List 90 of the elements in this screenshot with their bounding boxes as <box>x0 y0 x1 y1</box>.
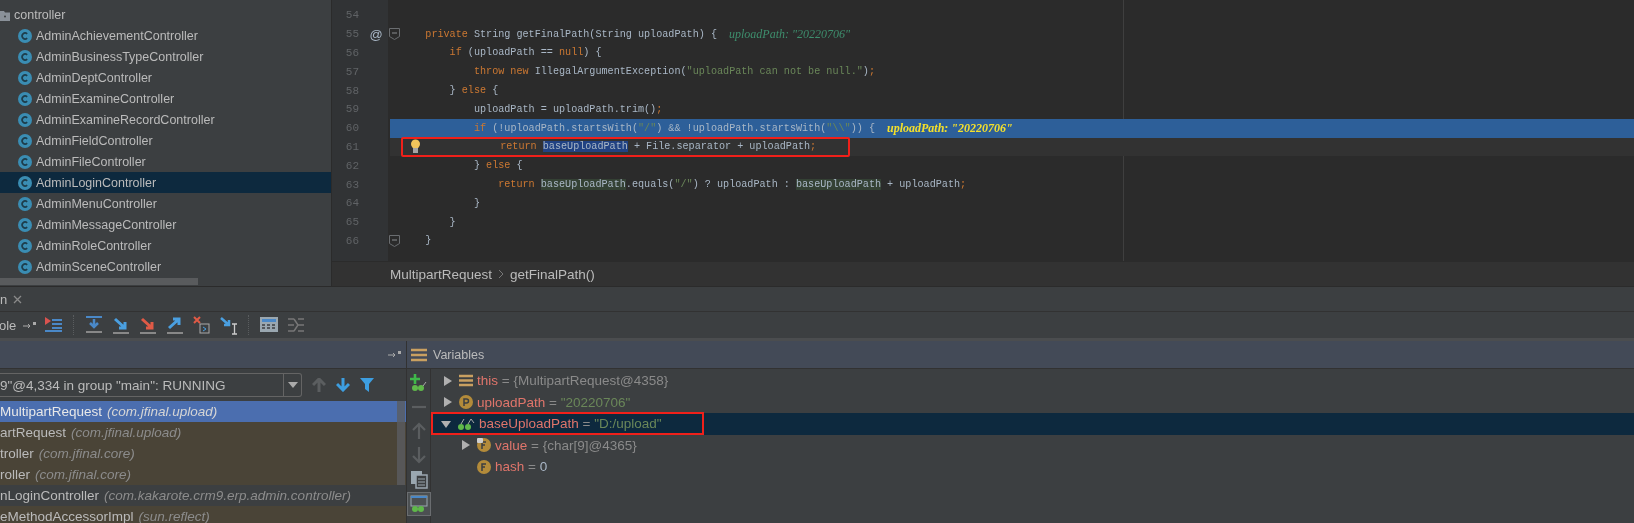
pin-icon[interactable] <box>388 350 402 359</box>
variable-entry[interactable]: hash = 0 <box>495 459 548 475</box>
code-line: } else { <box>472 160 523 172</box>
tree-item[interactable]: AdminFileController <box>36 154 146 169</box>
code-line: throw new IllegalArgumentException("uploadPath can not be null."); <box>472 66 875 78</box>
code-line: } <box>472 197 480 209</box>
tree-item[interactable]: AdminAchievementController <box>36 28 198 43</box>
variable-entry[interactable]: this = {MultipartRequest@4358} <box>477 373 669 389</box>
watches-icon[interactable] <box>407 493 430 515</box>
stack-icon <box>411 347 427 362</box>
tree-item[interactable]: AdminExamineRecordController <box>36 112 215 127</box>
class-icon <box>18 70 32 85</box>
tab-label[interactable]: ole <box>0 317 17 333</box>
tree-item[interactable]: AdminSceneController <box>36 259 162 274</box>
tree-item[interactable]: AdminExamineController <box>36 91 175 106</box>
variable-entry[interactable]: baseUploadPath = "D:/upload" <box>479 416 662 432</box>
inline-value-hint: uploadPath: "20220706" <box>887 120 1013 136</box>
execution-point-icon[interactable] <box>44 315 65 335</box>
breadcrumb[interactable]: MultipartRequest <box>390 266 493 282</box>
class-icon <box>18 49 32 64</box>
class-icon <box>18 28 32 43</box>
glasses-icon <box>457 416 475 431</box>
tree-item[interactable]: AdminLoginController <box>36 175 157 190</box>
code-line: private String getFinalPath(String uploadPath) { <box>424 28 717 40</box>
close-icon[interactable] <box>13 294 23 304</box>
filter-icon[interactable] <box>360 378 374 392</box>
frame-item[interactable]: eMethodAccessorImpl (sun.reflect) <box>0 506 406 523</box>
inline-value-hint: uploadPath: "20220706" <box>728 26 851 42</box>
class-icon <box>18 259 32 274</box>
code-line: uploadPath = uploadPath.trim(); <box>472 103 663 115</box>
down-arrow-icon[interactable] <box>336 378 350 392</box>
field-icon <box>477 459 491 474</box>
code-line: } <box>448 216 456 228</box>
override-marker[interactable]: @ <box>369 26 383 42</box>
chevron-icon <box>498 269 505 279</box>
frame-item[interactable]: artRequest (com.jfinal.upload) <box>0 422 406 443</box>
class-icon <box>18 238 32 253</box>
class-icon <box>18 112 32 127</box>
dropdown-arrow-icon[interactable] <box>287 382 298 388</box>
calculator-icon[interactable] <box>259 315 280 335</box>
lightbulb-icon[interactable] <box>410 138 421 154</box>
class-icon <box>18 217 32 232</box>
expand-arrow-icon[interactable] <box>443 375 453 386</box>
class-icon <box>18 175 32 190</box>
code-line: } else { <box>448 85 499 97</box>
class-icon <box>18 91 32 106</box>
copy-icon[interactable] <box>408 469 429 489</box>
add-watch-icon[interactable] <box>408 373 429 393</box>
tab-label[interactable]: n <box>0 291 8 307</box>
step-out-icon[interactable] <box>165 315 186 335</box>
class-icon <box>18 196 32 211</box>
step-over-icon[interactable] <box>84 315 105 335</box>
code-line: if (!uploadPath.startsWith("/") && !uploadPath.startsWith("\\")) { <box>472 122 875 134</box>
fold-icon[interactable] <box>388 234 400 247</box>
force-step-into-icon[interactable] <box>138 315 159 335</box>
variable-entry[interactable]: uploadPath = "20220706" <box>477 394 631 410</box>
class-icon <box>18 154 32 169</box>
code-line: if (uploadPath == null) { <box>448 47 602 59</box>
expand-arrow-icon[interactable] <box>443 397 453 408</box>
run-to-cursor-icon[interactable] <box>219 315 240 335</box>
fold-icon[interactable] <box>388 28 400 41</box>
trace-icon[interactable] <box>286 315 307 335</box>
tree-item[interactable]: AdminRoleController <box>36 238 152 253</box>
variable-entry[interactable]: value = {char[9]@4365} <box>495 437 637 453</box>
parameter-icon <box>459 395 473 410</box>
class-icon <box>18 133 32 148</box>
pin-icon[interactable] <box>23 320 38 330</box>
breadcrumb[interactable]: getFinalPath() <box>510 266 595 282</box>
thread-dropdown[interactable]: 9"@4,334 in group "main": RUNNING <box>0 373 302 397</box>
field-icon <box>477 438 491 453</box>
code-line: return baseUploadPath.equals("/") ? uploadPath : baseUploadPath + uploadPath; <box>497 179 967 191</box>
step-into-icon[interactable] <box>111 315 132 335</box>
stack-icon <box>459 374 473 388</box>
tree-item[interactable]: AdminMessageController <box>36 217 177 232</box>
tree-item[interactable]: AdminDeptController <box>36 70 153 85</box>
frame-item[interactable]: roller (com.jfinal.core) <box>0 464 406 485</box>
expand-arrow-icon[interactable] <box>461 440 471 451</box>
tree-item[interactable]: AdminMenuController <box>36 196 157 211</box>
frame-item[interactable]: troller (com.jfinal.core) <box>0 443 406 464</box>
code-line: return baseUploadPath + File.separator + uploadPath; <box>499 141 817 153</box>
code-line: } <box>424 235 432 247</box>
tree-item[interactable]: AdminBusinessTypeController <box>36 49 204 64</box>
scrollbar[interactable] <box>0 278 198 285</box>
tree-item[interactable]: controller <box>14 7 66 22</box>
scrollbar[interactable] <box>397 401 405 485</box>
panel-title: Variables <box>433 347 485 362</box>
frame-item[interactable]: MultipartRequest (com.jfinal.upload) <box>0 401 406 422</box>
tree-item[interactable]: AdminFieldController <box>36 133 153 148</box>
collapse-arrow-icon[interactable] <box>441 418 451 429</box>
drop-frame-icon[interactable] <box>192 315 213 335</box>
